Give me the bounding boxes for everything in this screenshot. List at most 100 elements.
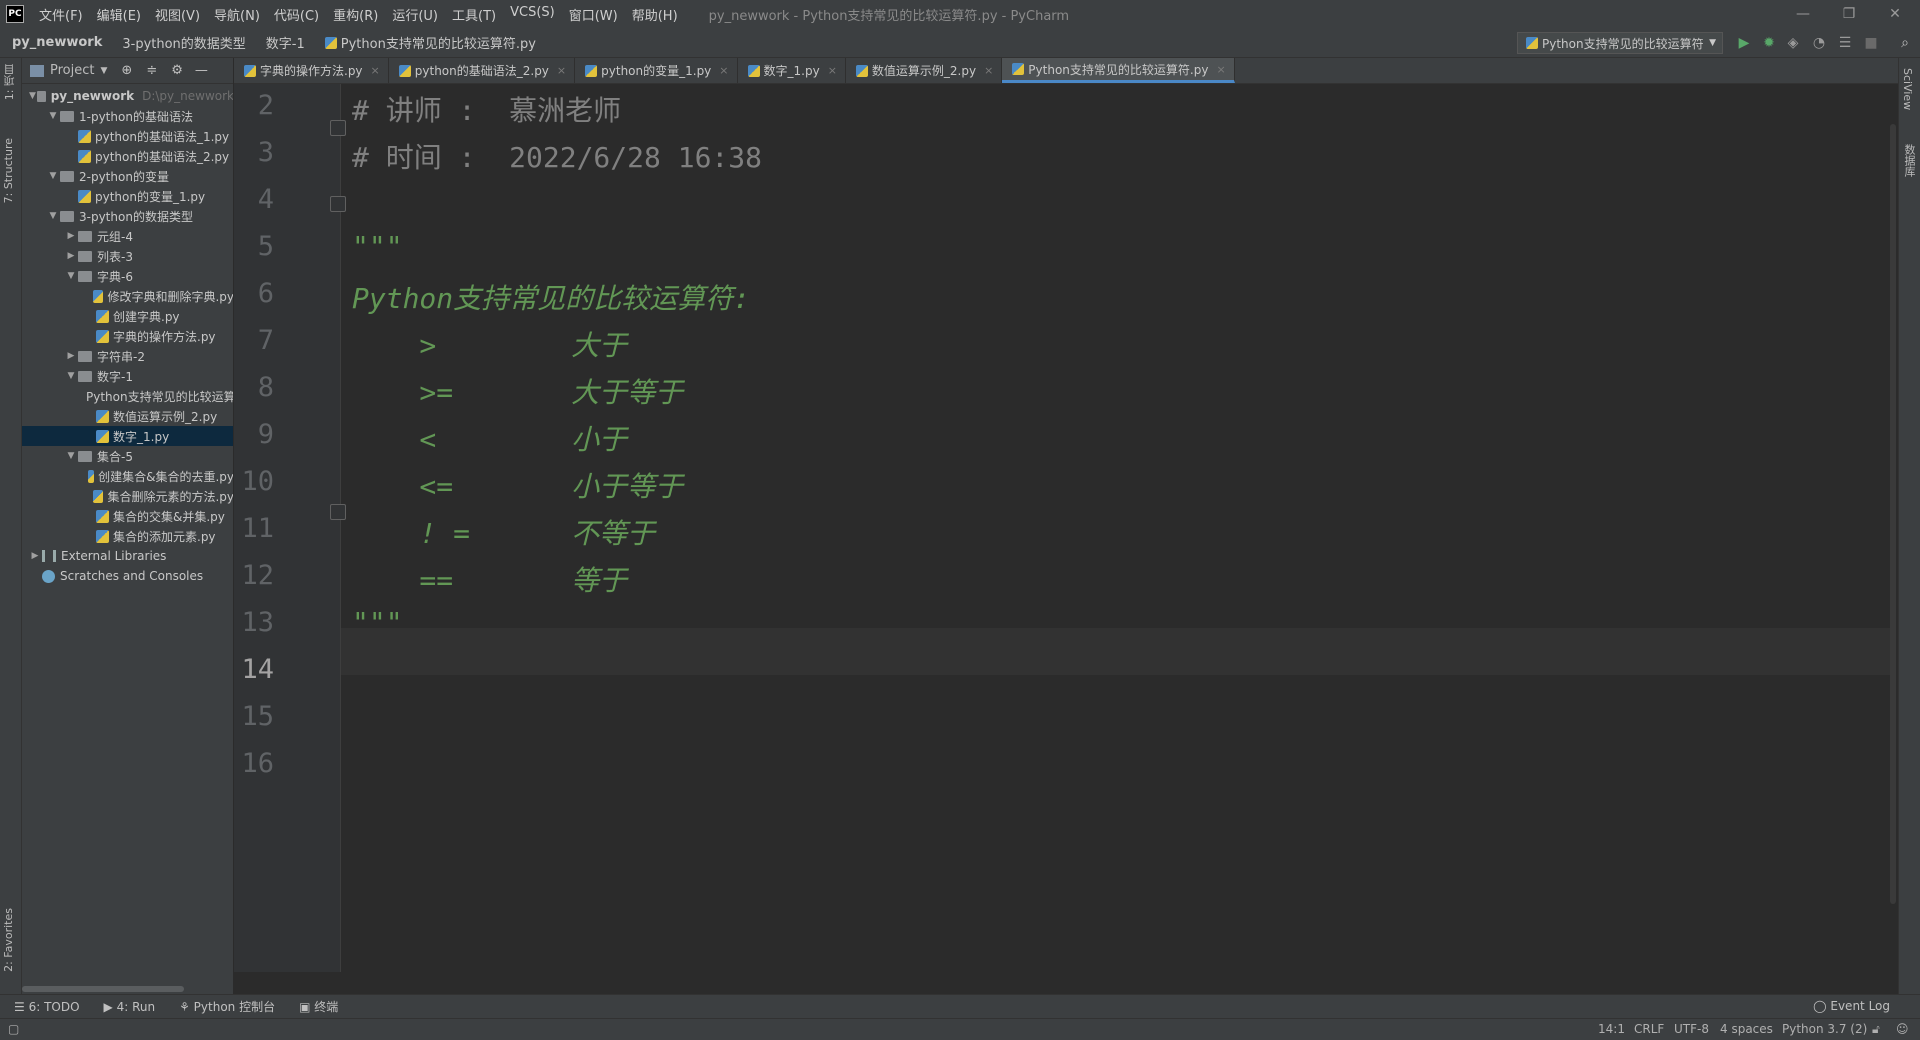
caret-position[interactable]: 14:1 [1598,1022,1625,1036]
tree-folder-item[interactable]: ▼ 2-python的变量 [22,166,233,186]
close-tab-icon[interactable]: × [719,64,728,77]
menu-view[interactable]: 视图(V) [148,5,207,24]
code-line[interactable]: """ [352,606,403,639]
editor-tab[interactable]: Python支持常见的比较运算符.py × [1002,58,1235,83]
menu-vcs[interactable]: VCS(S) [503,5,562,24]
tree-file-item[interactable]: 数值运算示例_2.py [22,406,233,426]
stop-icon[interactable]: ■ [1862,34,1880,52]
breadcrumb-file[interactable]: Python支持常见的比较运算符.py [313,33,544,52]
expand-arrow-icon[interactable]: ▼ [28,91,37,101]
close-button[interactable]: ✕ [1872,0,1918,28]
toggle-tool-windows-icon[interactable]: ▢ [8,1022,19,1036]
tree-file-item[interactable]: Python支持常见的比较运算符.py [22,386,233,406]
project-panel-title[interactable]: Project [50,63,94,78]
code-editor[interactable]: 2 3 4 5 6 7 8 9 10 11 12 13 14 15 16 # 讲师 : 慕洲老师 # 时间 :… [234,84,1898,994]
tree-file-item[interactable]: 字典的操作方法.py [22,326,233,346]
menu-code[interactable]: 代码(C) [267,5,326,24]
debug-icon[interactable]: ✹ [1760,34,1778,52]
tree-file-item[interactable]: 创建集合&集合的去重.py [22,466,233,486]
tree-file-item[interactable]: 数字_1.py [22,426,233,446]
collapse-arrow-icon[interactable]: ▶ [28,551,42,561]
close-tab-icon[interactable]: × [828,64,837,77]
close-tab-icon[interactable]: × [984,64,993,77]
editor-tab[interactable]: 数值运算示例_2.py × [846,58,1003,83]
tree-folder-item[interactable]: ▼ 字典-6 [22,266,233,286]
code-line[interactable]: """ [352,230,403,263]
restore-button[interactable]: ❐ [1826,0,1872,28]
run-icon[interactable]: ▶ [1735,34,1753,52]
gear-icon[interactable]: ⚙ [171,63,183,78]
tree-folder-item[interactable]: ▶ 元组-4 [22,226,233,246]
tool-tab-structure[interactable]: 7: Structure [2,138,15,203]
breadcrumb-folder[interactable]: 3-python的数据类型 [110,33,253,52]
tree-file-item[interactable]: python的变量_1.py [22,186,233,206]
code-line[interactable]: ! = 不等于 [352,512,655,552]
tree-folder-item[interactable]: ▼ 集合-5 [22,446,233,466]
menu-file[interactable]: 文件(F) [32,5,90,24]
tree-file-item[interactable]: 集合的交集&并集.py [22,506,233,526]
expand-arrow-icon[interactable]: ▼ [64,371,78,381]
hide-panel-icon[interactable]: — [195,63,208,78]
fold-marker-icon[interactable] [330,196,346,212]
build-icon[interactable]: ☰ [1836,34,1854,52]
tree-folder-item[interactable]: ▶ 字符串-2 [22,346,233,366]
python-console-button[interactable]: ⚘ Python 控制台 [179,998,275,1015]
tree-folder-item[interactable]: ▼ 数字-1 [22,366,233,386]
breadcrumb-subfolder[interactable]: 数字-1 [254,33,313,52]
breadcrumb-project[interactable]: py_newwork [0,35,110,50]
close-tab-icon[interactable]: × [1216,63,1225,76]
inspector-icon[interactable]: ☺︎ [1896,1022,1909,1036]
code-line[interactable]: == 等于 [352,559,627,599]
menu-edit[interactable]: 编辑(E) [90,5,148,24]
collapse-arrow-icon[interactable]: ▶ [64,231,78,241]
run-configuration-select[interactable]: Python支持常见的比较运算符 ▼ [1517,32,1723,54]
file-encoding[interactable]: UTF-8 [1674,1022,1709,1036]
tree-file-item[interactable]: python的基础语法_2.py [22,146,233,166]
search-icon[interactable]: ⌕ [1896,34,1914,52]
tree-folder-item[interactable]: ▶ External Libraries [22,546,233,566]
python-interpreter[interactable]: Python 3.7 (2) [1782,1022,1867,1036]
minimize-button[interactable]: — [1780,0,1826,28]
code-line[interactable]: # 时间 : 2022/6/28 16:38 [352,136,762,176]
fold-marker-icon[interactable] [330,504,346,520]
expand-arrow-icon[interactable]: ▼ [46,111,60,121]
lock-icon[interactable]: 🔓︎ [1872,1022,1880,1037]
tree-folder-item[interactable]: Scratches and Consoles [22,566,233,586]
code-line[interactable]: Python支持常见的比较运算符: [352,277,750,317]
horizontal-scrollbar[interactable] [22,986,184,992]
indent-setting[interactable]: 4 spaces [1720,1022,1773,1036]
tree-folder-item[interactable]: ▶ 列表-3 [22,246,233,266]
editor-tab[interactable]: 数字_1.py × [738,58,846,83]
line-separator[interactable]: CRLF [1634,1022,1664,1036]
collapse-all-icon[interactable]: ≑ [146,63,157,78]
tree-folder-item[interactable]: ▼ py_newwork D:\py_newwork [22,86,233,106]
menu-tools[interactable]: 工具(T) [445,5,503,24]
collapse-arrow-icon[interactable]: ▶ [64,251,78,261]
tree-file-item[interactable]: 集合的添加元素.py [22,526,233,546]
close-tab-icon[interactable]: × [557,64,566,77]
editor-tab[interactable]: python的基础语法_2.py × [389,58,576,83]
menu-window[interactable]: 窗口(W) [562,5,625,24]
collapse-arrow-icon[interactable]: ▶ [64,351,78,361]
tool-tab-database[interactable]: 数据库 [1901,144,1917,177]
tree-file-item[interactable]: 修改字典和删除字典.py [22,286,233,306]
code-line[interactable]: >= 大于等于 [352,371,683,411]
code-line[interactable]: # 讲师 : 慕洲老师 [352,89,621,129]
close-tab-icon[interactable]: × [371,64,380,77]
tool-tab-sciview[interactable]: SciView [1901,68,1914,110]
tree-folder-item[interactable]: ▼ 1-python的基础语法 [22,106,233,126]
todo-tool-button[interactable]: ☰ 6: TODO [14,1000,80,1014]
event-log-button[interactable]: ◯ Event Log [1813,999,1890,1013]
terminal-button[interactable]: ▣ 终端 [299,998,338,1015]
editor-tab[interactable]: python的变量_1.py × [575,58,738,83]
tree-file-item[interactable]: python的基础语法_1.py [22,126,233,146]
expand-arrow-icon[interactable]: ▼ [46,171,60,181]
code-line[interactable]: <= 小于等于 [352,465,683,505]
expand-arrow-icon[interactable]: ▼ [64,451,78,461]
code-line[interactable]: < 小于 [352,418,627,458]
tool-tab-favorites[interactable]: 2: Favorites [2,908,15,972]
coverage-icon[interactable]: ◈ [1784,34,1802,52]
menu-help[interactable]: 帮助(H) [625,5,685,24]
locate-file-icon[interactable]: ⊕ [121,63,132,78]
run-tool-button[interactable]: ▶ 4: Run [104,1000,156,1014]
